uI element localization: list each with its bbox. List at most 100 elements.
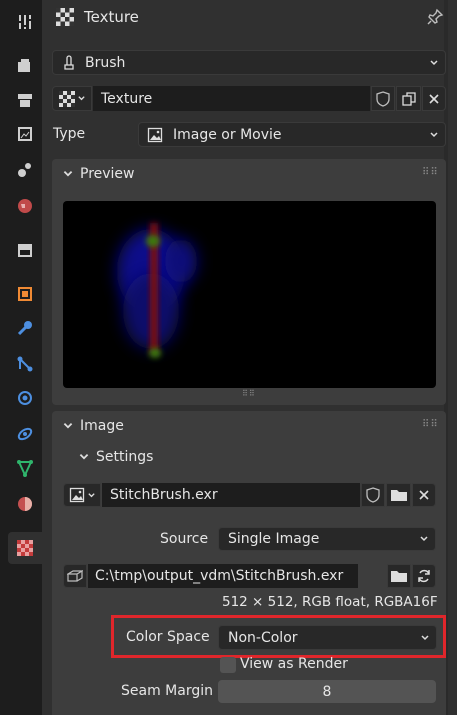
view-as-render-checkbox[interactable]	[220, 657, 236, 673]
filepath-browse-button[interactable]	[387, 564, 411, 588]
settings-title: Settings	[96, 449, 154, 465]
drag-handle-icon[interactable]: ⠿⠿	[422, 419, 439, 430]
mesh-data-icon	[17, 460, 33, 477]
image-open-button[interactable]	[386, 483, 411, 507]
reload-button[interactable]	[412, 564, 436, 588]
preview-header[interactable]: Preview	[62, 166, 135, 182]
output-icon	[18, 94, 32, 107]
image-fake-user-button[interactable]	[361, 483, 385, 507]
brush-selector[interactable]: Brush	[52, 50, 446, 75]
chevron-down-icon	[430, 131, 438, 137]
source-dropdown[interactable]: Single Image	[218, 527, 436, 551]
collection-icon	[18, 244, 32, 257]
tab-physics[interactable]	[8, 382, 42, 414]
tab-data[interactable]	[8, 452, 42, 484]
close-icon	[419, 490, 429, 500]
settings-header[interactable]: Settings	[78, 449, 153, 465]
drag-handle-icon[interactable]: ⠿⠿	[422, 167, 439, 178]
chevron-down-icon	[79, 453, 89, 460]
shield-icon	[366, 487, 380, 503]
image-browse-button[interactable]	[63, 483, 101, 507]
image-name-field[interactable]: StitchBrush.exr	[102, 483, 360, 507]
chevron-down-icon	[430, 59, 438, 65]
duplicate-icon	[401, 91, 416, 106]
panel-title: Texture	[84, 8, 139, 26]
tab-scene[interactable]	[8, 154, 42, 186]
world-icon	[18, 199, 32, 213]
duplicate-button[interactable]	[396, 86, 421, 111]
chevron-down-icon	[77, 96, 85, 101]
texture-name: Texture	[101, 90, 153, 107]
package-icon	[67, 569, 83, 582]
chevron-down-icon	[420, 536, 428, 542]
resize-handle-icon[interactable]: ⠿⠿	[242, 389, 256, 398]
particles-icon	[17, 356, 33, 372]
pin-icon[interactable]	[426, 8, 444, 30]
image-name: StitchBrush.exr	[110, 487, 218, 503]
image-icon	[69, 487, 84, 503]
chevron-down-icon	[87, 492, 95, 497]
object-icon	[18, 287, 32, 301]
seam-margin-label: Seam Margin	[121, 683, 213, 699]
source-label: Source	[160, 531, 209, 547]
image-icon	[147, 127, 163, 142]
properties-tab-bar	[0, 0, 42, 715]
texture-browse-button[interactable]	[52, 86, 92, 111]
tab-render[interactable]	[8, 50, 42, 82]
unlink-button[interactable]	[422, 86, 446, 111]
image-title: Image	[80, 418, 124, 434]
folder-icon	[391, 571, 407, 582]
physics-icon	[18, 391, 32, 405]
source-value: Single Image	[228, 531, 320, 547]
checker-icon	[56, 8, 74, 26]
image-info-text: 512 × 512, RGB float, RGBA16F	[222, 594, 438, 610]
seam-margin-value: 8	[322, 683, 332, 700]
filepath-value: C:\tmp\output_vdm\StitchBrush.exr	[95, 568, 344, 584]
brush-label: Brush	[85, 54, 126, 71]
shield-icon	[376, 90, 390, 107]
tool-icon	[19, 15, 31, 29]
chevron-down-icon	[421, 634, 429, 640]
tab-world[interactable]	[8, 190, 42, 222]
preview-title: Preview	[80, 166, 135, 182]
seam-margin-field[interactable]: 8	[218, 680, 436, 703]
color-space-value: Non-Color	[228, 629, 298, 646]
tab-material[interactable]	[8, 488, 42, 520]
fake-user-button[interactable]	[371, 86, 395, 111]
texture-icon	[17, 540, 33, 556]
tab-view-layer[interactable]	[8, 118, 42, 150]
tab-tool[interactable]	[8, 6, 42, 38]
view-layer-icon	[18, 127, 32, 141]
filepath-field[interactable]: C:\tmp\output_vdm\StitchBrush.exr	[88, 564, 358, 588]
tab-collection[interactable]	[8, 234, 42, 266]
brush-icon	[64, 54, 74, 70]
texture-type-value: Image or Movie	[173, 126, 282, 143]
chevron-down-icon	[63, 422, 73, 429]
texture-name-field[interactable]: Texture	[93, 86, 370, 111]
type-label: Type	[53, 126, 86, 142]
tab-modifiers[interactable]	[8, 312, 42, 344]
tab-constraints[interactable]	[8, 418, 42, 450]
tab-object[interactable]	[8, 278, 42, 310]
color-space-label: Color Space	[126, 629, 210, 645]
reload-icon	[418, 569, 430, 583]
chevron-down-icon	[63, 170, 73, 177]
tab-output[interactable]	[8, 84, 42, 116]
texture-preview-image	[63, 201, 436, 388]
constraints-icon	[17, 427, 33, 441]
checker-icon	[58, 90, 75, 107]
image-unlink-button[interactable]	[412, 483, 436, 507]
view-as-render-label: View as Render	[240, 656, 348, 672]
wrench-icon	[17, 321, 32, 336]
render-icon	[18, 59, 30, 72]
material-icon	[18, 497, 32, 511]
close-icon	[429, 93, 439, 104]
texture-type-dropdown[interactable]: Image or Movie	[138, 122, 446, 147]
folder-icon	[390, 490, 407, 501]
color-space-dropdown[interactable]: Non-Color	[218, 625, 437, 650]
tab-texture[interactable]	[8, 532, 42, 564]
pack-button[interactable]	[63, 564, 87, 588]
tab-particles[interactable]	[8, 348, 42, 380]
image-header[interactable]: Image	[62, 418, 124, 434]
scene-icon	[18, 163, 31, 177]
